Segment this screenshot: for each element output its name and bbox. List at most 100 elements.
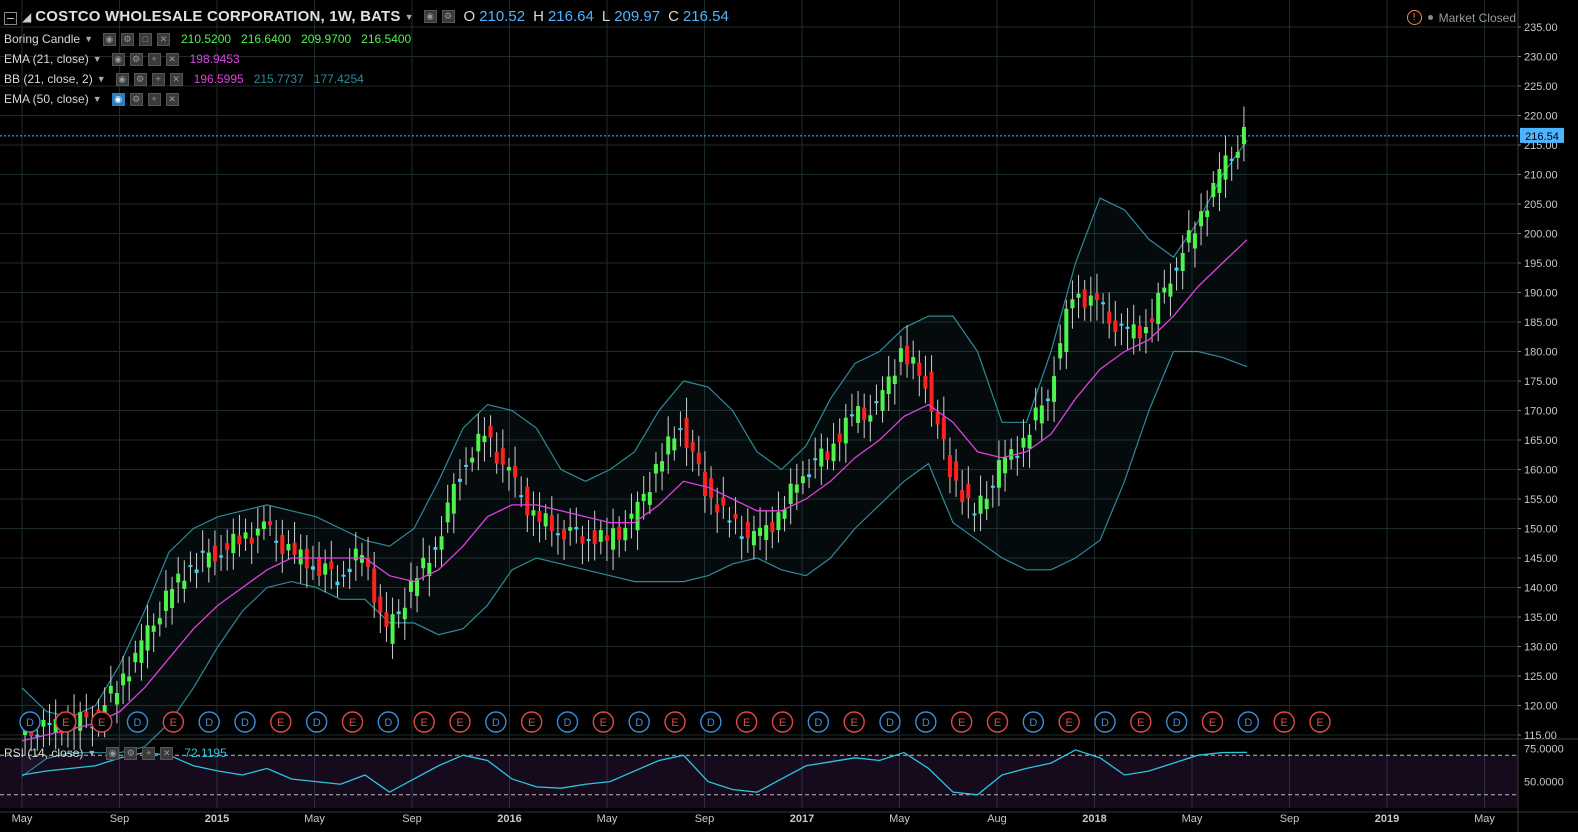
candle-body [482, 435, 487, 443]
candle-body [537, 510, 542, 522]
close-icon[interactable]: ✕ [156, 32, 170, 46]
chevron-down-icon[interactable]: ▼ [93, 94, 102, 104]
rsi-legend-name[interactable]: RSI (14, close) [4, 746, 83, 760]
ema50-legend-name[interactable]: EMA (50, close) [4, 92, 89, 106]
candle-body [121, 673, 126, 686]
price-tick: 180.00 [1524, 347, 1558, 359]
low-label: L [601, 8, 611, 25]
close-icon[interactable]: ✕ [160, 746, 174, 760]
settings-icon[interactable]: ⚙ [129, 52, 143, 66]
add-icon[interactable]: + [142, 746, 156, 760]
candle-body [831, 443, 836, 462]
candle-body [715, 504, 720, 513]
rsi-legend[interactable]: RSI (14, close) ▼ ◉ ⚙ + ✕ 72.1195 [4, 746, 227, 760]
candle-body [390, 614, 395, 644]
event-marker-label: D [564, 717, 572, 729]
price-tick: 145.00 [1524, 553, 1558, 565]
candle-body [225, 543, 230, 550]
ema50-legend[interactable]: EMA (50, close) ▼ ◉ ⚙ + ✕ [4, 92, 180, 106]
price-tick: 210.00 [1524, 170, 1558, 182]
price-tick: 200.00 [1524, 229, 1558, 241]
candle-body [629, 513, 634, 519]
candle-body [237, 535, 242, 545]
add-icon[interactable]: + [151, 72, 165, 86]
eye-icon[interactable]: ◉ [423, 10, 437, 23]
candle-body [513, 466, 518, 478]
bb-legend-name[interactable]: BB (21, close, 2) [4, 72, 93, 86]
candle-body [488, 425, 493, 438]
open-value: 210.52 [479, 8, 526, 25]
candle-body [868, 415, 873, 422]
time-label: Aug [987, 813, 1007, 825]
eye-icon[interactable]: ◉ [106, 746, 120, 760]
close-icon[interactable]: ✕ [165, 92, 179, 106]
settings-icon[interactable]: ⚙ [441, 10, 455, 23]
symbol-title[interactable]: COSTCO WHOLESALE CORPORATION, 1W, BATS [35, 8, 400, 25]
candle-body [1058, 343, 1063, 359]
eye-icon[interactable]: ◉ [102, 32, 116, 46]
candle-body [1045, 398, 1050, 402]
ema21-legend-name[interactable]: EMA (21, close) [4, 52, 89, 66]
candle-body [470, 457, 475, 463]
candle-body [200, 550, 205, 553]
settings-icon[interactable]: ⚙ [129, 92, 143, 106]
candle-body [433, 547, 438, 550]
price-tick: 150.00 [1524, 524, 1558, 536]
event-marker-label: D [134, 717, 142, 729]
chevron-down-icon[interactable]: ▼ [405, 12, 414, 22]
candle-body [347, 568, 352, 573]
close-icon[interactable]: ✕ [165, 52, 179, 66]
eye-icon[interactable]: ◉ [115, 72, 129, 86]
candle-body [1015, 455, 1020, 458]
time-label: Sep [110, 813, 130, 825]
settings-icon[interactable]: ⚙ [120, 32, 134, 46]
chevron-down-icon[interactable]: ▼ [87, 748, 96, 758]
candle-body [1143, 327, 1148, 334]
add-icon[interactable]: + [147, 92, 161, 106]
event-marker-label: D [886, 717, 894, 729]
price-tick: 155.00 [1524, 494, 1558, 506]
event-markers: DEEDEDDEDEDEEDEDEDEDEEDEDDEEDEDEDEDEE [19, 711, 1331, 733]
market-status[interactable]: ! Market Closed [1406, 10, 1516, 25]
candle-body [408, 580, 413, 592]
candle-body [856, 406, 861, 423]
price-tick: 205.00 [1524, 199, 1558, 211]
event-marker-label: E [420, 717, 427, 729]
eye-icon[interactable]: ◉ [111, 92, 125, 106]
event-marker-label: E [779, 717, 786, 729]
candle-body [751, 531, 756, 546]
candle-legend[interactable]: Boring Candle ▼ ◉ ⚙ □ ✕ 210.5200 216.6400 2… [4, 32, 411, 46]
candle-body [1094, 293, 1099, 300]
time-label: 2015 [205, 813, 229, 825]
rsi-axis: 75.0000 50.0000 [1524, 744, 1564, 789]
candle-body [1229, 158, 1234, 161]
chevron-down-icon[interactable]: ▼ [97, 74, 106, 84]
bb-legend[interactable]: BB (21, close, 2) ▼ ◉ ⚙ + ✕ 196.5995 215.77… [4, 72, 364, 86]
collapse-icon[interactable] [4, 12, 17, 25]
ema21-legend[interactable]: EMA (21, close) ▼ ◉ ⚙ + ✕ 198.9453 [4, 52, 240, 66]
eye-icon[interactable]: ◉ [111, 52, 125, 66]
candle-body [310, 566, 315, 570]
settings-icon[interactable]: ⚙ [133, 72, 147, 86]
time-label: 2017 [790, 813, 814, 825]
candle-body [1064, 308, 1069, 353]
candle-body [635, 501, 640, 531]
candle-body [892, 375, 897, 385]
lock-icon[interactable]: □ [138, 32, 152, 46]
candle-legend-name[interactable]: Boring Candle [4, 32, 80, 46]
chart-canvas[interactable]: 235.00230.00225.00220.00215.00210.00205.… [0, 0, 1578, 832]
price-tick: 165.00 [1524, 435, 1558, 447]
candle-body [335, 581, 340, 586]
chevron-down-icon[interactable]: ▼ [84, 34, 93, 44]
settings-icon[interactable]: ⚙ [124, 746, 138, 760]
candle-body [1113, 320, 1118, 332]
candle-body [439, 536, 444, 550]
candle-body [604, 535, 609, 541]
candle-body [1003, 457, 1008, 474]
chevron-down-icon[interactable]: ▼ [93, 54, 102, 64]
close-icon[interactable]: ✕ [169, 72, 183, 86]
add-icon[interactable]: + [147, 52, 161, 66]
candle-body [457, 478, 462, 482]
close-value: 216.54 [682, 8, 729, 25]
candle-body [1082, 289, 1087, 308]
